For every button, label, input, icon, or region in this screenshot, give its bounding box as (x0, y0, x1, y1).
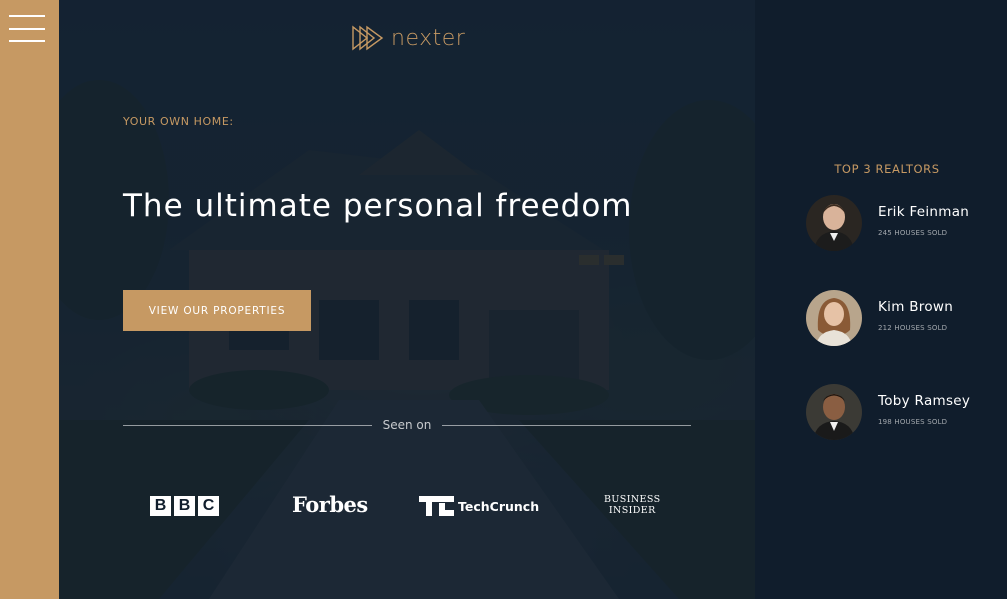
bbc-letter: C (198, 496, 219, 516)
hero-subtitle: YOUR OWN HOME: (123, 115, 234, 128)
menu-bar-icon (9, 40, 45, 42)
hero-title: The ultimate personal freedom (123, 188, 633, 224)
nexter-logo[interactable]: nexter (351, 24, 465, 52)
hamburger-menu-button[interactable] (9, 15, 45, 43)
menu-bar-icon (9, 15, 45, 17)
seen-on-label: Seen on (382, 418, 432, 432)
bbc-letter: B (174, 496, 195, 516)
realtor-houses-sold: 198 HOUSES SOLD (878, 418, 948, 426)
realtors-title: TOP 3 REALTORS (834, 162, 940, 176)
avatar (806, 384, 862, 440)
sidebar (0, 0, 59, 599)
avatar (806, 195, 862, 251)
logo-text: nexter (391, 25, 466, 51)
techcrunch-mark-icon (419, 496, 454, 516)
forbes-logo: Forbes (292, 492, 368, 517)
business-insider-line: INSIDER (608, 505, 656, 516)
business-insider-line: BUSINESS (604, 494, 661, 505)
realtor-card[interactable]: Toby Ramsey 198 HOUSES SOLD (806, 384, 1006, 440)
realtor-card[interactable]: Kim Brown 212 HOUSES SOLD (806, 290, 1006, 346)
realtors-panel: TOP 3 REALTORS Erik Feinman 245 HOUSES S… (755, 0, 1007, 599)
realtor-name: Kim Brown (878, 299, 954, 315)
realtor-name: Erik Feinman (878, 204, 970, 220)
bbc-letter: B (150, 496, 171, 516)
realtor-name: Toby Ramsey (878, 393, 971, 409)
play-triangles-icon (352, 25, 384, 51)
techcrunch-logo: TechCrunch (419, 496, 539, 516)
bbc-logo: B B C (150, 496, 219, 516)
hero-header: nexter YOUR OWN HOME: The ultimate perso… (59, 0, 755, 599)
realtor-houses-sold: 212 HOUSES SOLD (878, 324, 948, 332)
view-properties-button[interactable]: VIEW OUR PROPERTIES (123, 290, 311, 331)
menu-bar-icon (9, 28, 45, 30)
seen-on-divider: Seen on (123, 417, 691, 435)
divider-line (123, 425, 372, 426)
business-insider-logo: BUSINESS INSIDER (604, 494, 661, 516)
divider-line (442, 425, 691, 426)
avatar (806, 290, 862, 346)
techcrunch-wordmark: TechCrunch (458, 498, 540, 514)
realtor-card[interactable]: Erik Feinman 245 HOUSES SOLD (806, 195, 1006, 251)
realtor-houses-sold: 245 HOUSES SOLD (878, 229, 948, 237)
